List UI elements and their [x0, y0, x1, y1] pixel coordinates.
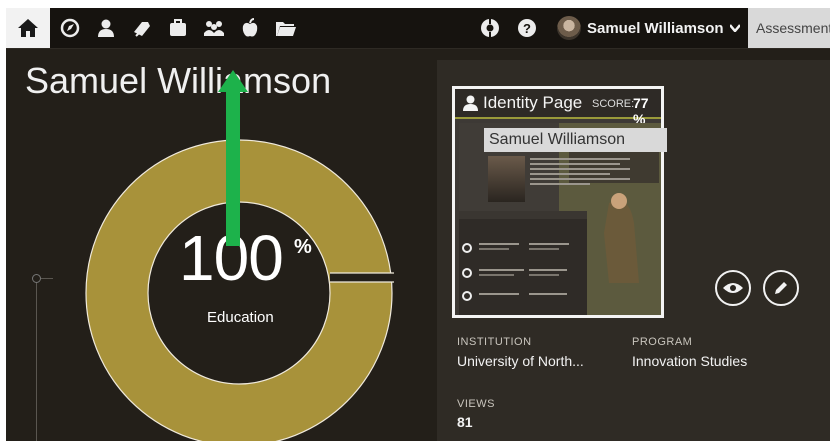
timeline-line: [36, 278, 37, 441]
home-button[interactable]: [6, 8, 50, 48]
help-button[interactable]: ?: [509, 8, 545, 48]
spinner-icon: [481, 19, 499, 37]
green-arrow-annotation: [218, 70, 248, 246]
notifications-button[interactable]: [472, 8, 508, 48]
people-icon: [204, 21, 224, 36]
chevron-down-icon: [729, 24, 740, 32]
connections-button[interactable]: [196, 8, 232, 48]
home-icon: [18, 19, 38, 37]
donut-gap: [330, 273, 394, 282]
program-value: Innovation Studies: [632, 353, 748, 369]
edit-button[interactable]: [763, 270, 799, 306]
views-label: VIEWS: [457, 398, 495, 410]
files-button[interactable]: [268, 8, 304, 48]
user-icon: [98, 19, 114, 37]
briefcase-icon: [170, 19, 186, 36]
timeline-dot[interactable]: [32, 274, 41, 283]
views-value: 81: [457, 414, 473, 430]
badges-button[interactable]: [124, 8, 160, 48]
svg-text:?: ?: [523, 21, 531, 36]
app-window: ? Samuel Williamson Assessment Samuel Wi…: [6, 8, 830, 441]
education-label: Education: [207, 309, 274, 326]
help-icon: ?: [518, 19, 536, 37]
profile-button[interactable]: [88, 8, 124, 48]
user-icon: [463, 95, 478, 111]
view-button[interactable]: [715, 270, 751, 306]
eye-icon: [723, 283, 743, 293]
preview-bio: [530, 158, 630, 188]
compass-button[interactable]: [52, 8, 88, 48]
avatar: [557, 16, 581, 40]
user-menu[interactable]: Samuel Williamson: [557, 8, 740, 48]
card-body: Identity Page SCORE: 77 %: [455, 89, 661, 315]
top-navbar: ? Samuel Williamson Assessment: [6, 8, 830, 49]
score-label: SCORE:: [592, 98, 635, 110]
profile-name: Samuel Williamson: [25, 60, 332, 101]
assessment-tab[interactable]: Assessment: [748, 8, 830, 48]
card-header: Identity Page SCORE: 77 %: [455, 89, 661, 127]
card-title: Identity Page: [483, 93, 583, 112]
institution-value: University of North...: [457, 353, 584, 369]
folder-icon: [276, 22, 296, 36]
institution-label: INSTITUTION: [457, 336, 532, 348]
compass-icon: [60, 18, 80, 38]
apple-icon: [242, 18, 258, 37]
portfolio-button[interactable]: [160, 8, 196, 48]
percent-sign: %: [294, 236, 312, 258]
program-label: PROGRAM: [632, 336, 693, 348]
pencil-icon: [775, 282, 787, 294]
timeline-tick: [41, 278, 53, 279]
preview-photo: [488, 156, 525, 202]
preview-name: Samuel Williamson: [484, 128, 667, 152]
user-name: Samuel Williamson: [587, 19, 724, 37]
identity-page-card[interactable]: Identity Page SCORE: 77 %: [452, 86, 664, 318]
badge-icon: [134, 22, 150, 37]
education-button[interactable]: [232, 8, 268, 48]
